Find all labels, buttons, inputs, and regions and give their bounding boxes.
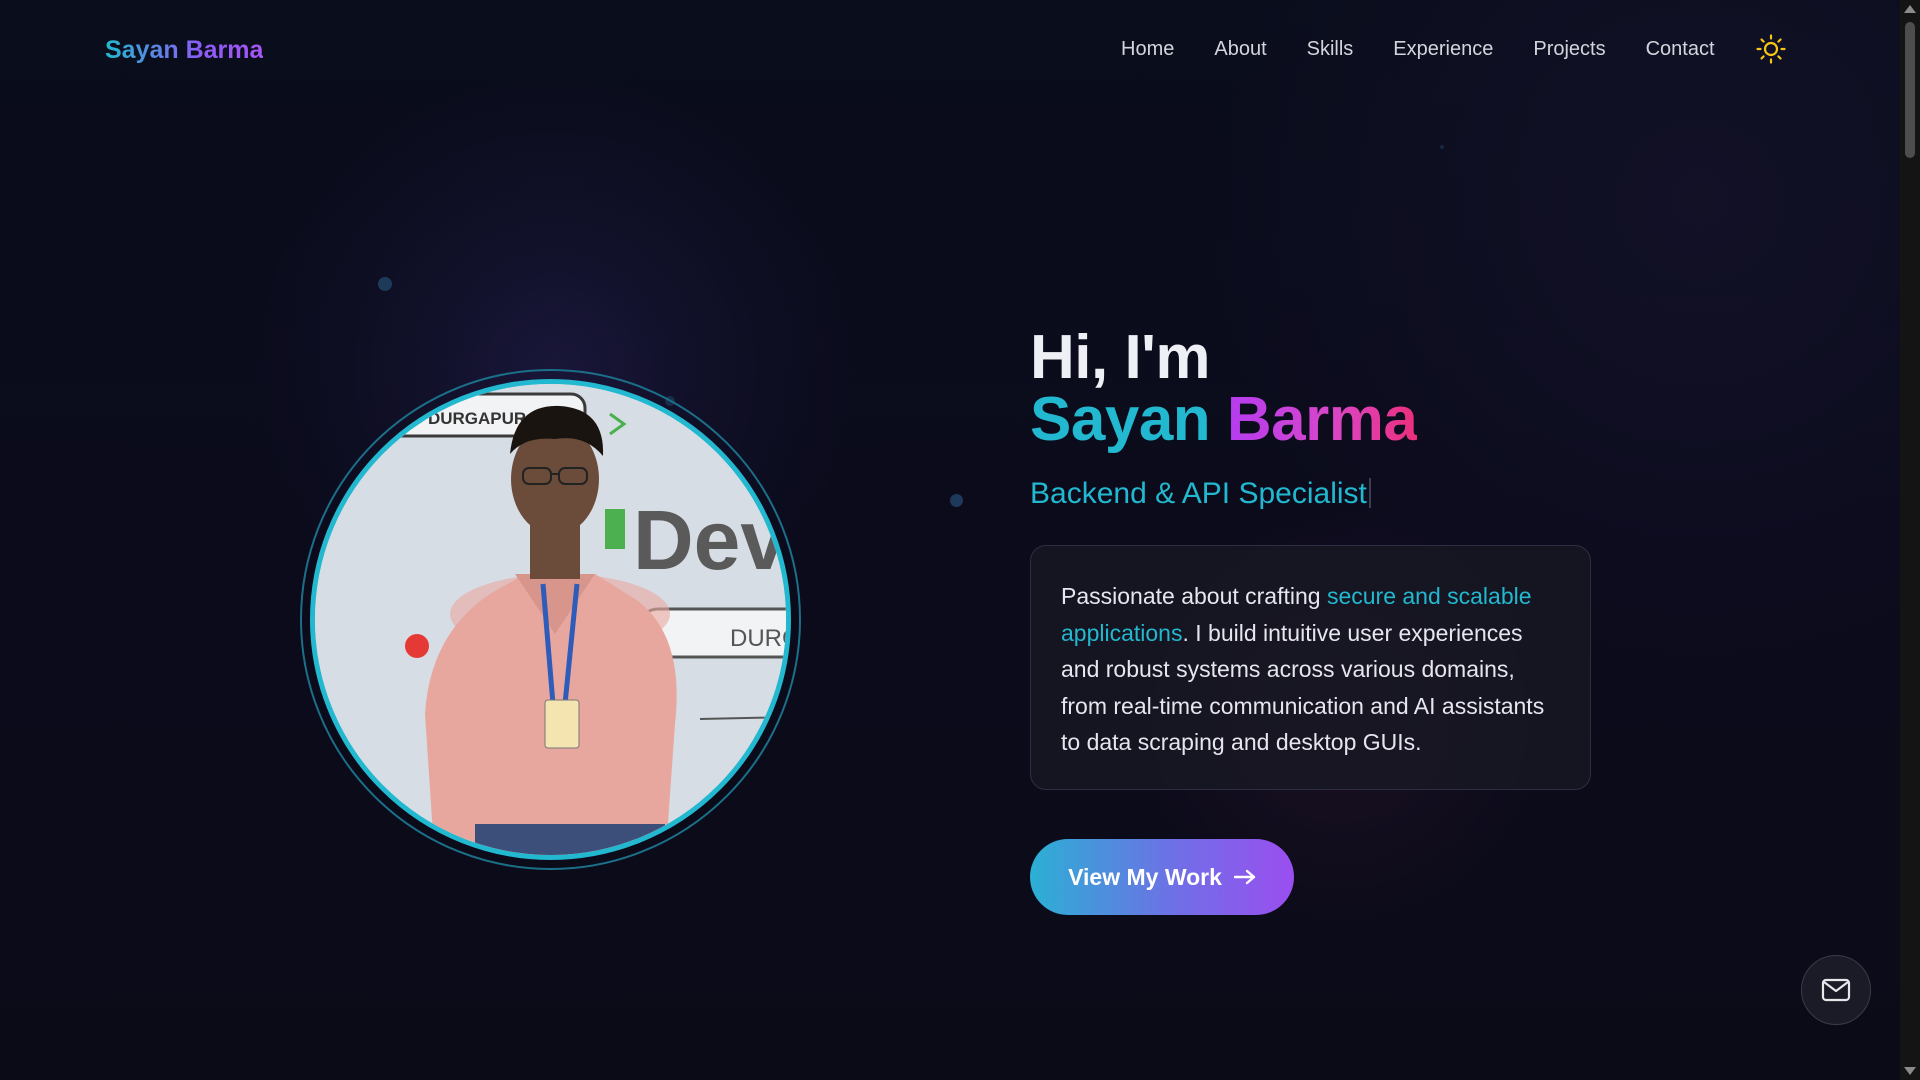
scroll-down-arrow-icon[interactable]	[1904, 1067, 1916, 1075]
bio-text-prefix: Passionate about crafting	[1061, 583, 1327, 609]
nav-link-experience[interactable]: Experience	[1393, 38, 1493, 61]
scroll-up-arrow-icon[interactable]	[1904, 5, 1916, 13]
decorative-dot	[950, 494, 963, 507]
hero-greeting: Hi, I'm	[1030, 323, 1211, 392]
nav-link-skills[interactable]: Skills	[1307, 38, 1354, 61]
scrollbar-thumb[interactable]	[1905, 22, 1915, 158]
profile-photo-illustration: G DURGAPUR Dev DURG	[315, 384, 791, 855]
nav-links: Home About Skills Experience Projects Co…	[1121, 38, 1755, 61]
nav-link-contact[interactable]: Contact	[1646, 38, 1715, 61]
hero-name-first: Sayan	[1030, 385, 1211, 454]
nav-link-about[interactable]: About	[1214, 38, 1266, 61]
top-navbar: Sayan Barma Home About Skills Experience…	[0, 0, 1900, 102]
nav-link-projects[interactable]: Projects	[1533, 38, 1605, 61]
profile-photo-ring: G DURGAPUR Dev DURG	[300, 369, 801, 870]
hero-name: Sayan Barma	[1030, 384, 1418, 455]
nav-link-home[interactable]: Home	[1121, 38, 1174, 61]
decorative-dot	[378, 277, 392, 291]
page-scrollbar[interactable]	[1900, 0, 1920, 1080]
mail-icon	[1821, 978, 1851, 1002]
brand-logo[interactable]: Sayan Barma	[105, 36, 263, 65]
svg-text:DURG: DURG	[730, 625, 791, 652]
view-my-work-button[interactable]: View My Work	[1030, 839, 1294, 915]
arrow-right-icon	[1233, 869, 1256, 885]
contact-mail-button[interactable]	[1801, 955, 1871, 1025]
profile-photo: G DURGAPUR Dev DURG	[310, 379, 791, 860]
sun-icon	[1756, 34, 1786, 64]
view-my-work-label: View My Work	[1068, 863, 1222, 890]
svg-text:G DURGAPUR: G DURGAPUR	[410, 409, 526, 428]
bio-card: Passionate about crafting secure and sca…	[1030, 545, 1591, 790]
page-background	[0, 0, 1920, 1080]
theme-toggle-button[interactable]	[1756, 34, 1786, 64]
svg-text:Dev: Dev	[633, 493, 787, 587]
decorative-dot	[1440, 145, 1444, 149]
hero-role: Backend & API Specialist	[1030, 477, 1367, 510]
typing-cursor	[1369, 478, 1371, 508]
hero-name-last: Barma	[1226, 385, 1418, 454]
